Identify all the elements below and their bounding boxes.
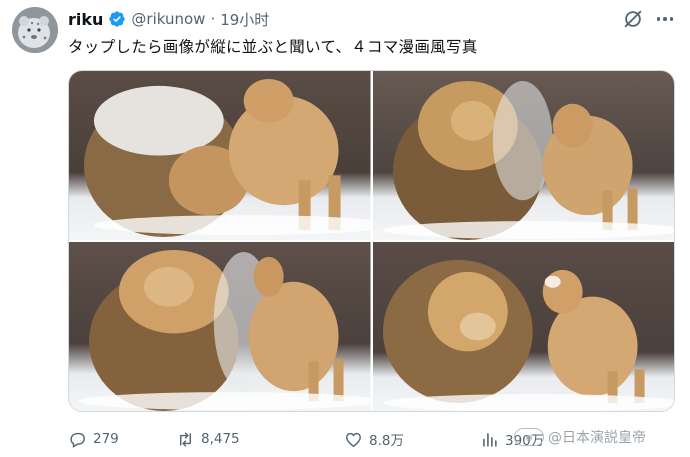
watermark: ◉ @日本演説皇帝 [514, 427, 646, 447]
avatar[interactable] [12, 7, 58, 53]
grok-icon[interactable] [622, 8, 644, 30]
tweet-text: タップしたら画像が縦に並ぶと聞いて、４コマ漫画風写真 [68, 38, 478, 56]
separator-dot: · [210, 10, 216, 28]
author-name[interactable]: riku [68, 10, 103, 29]
photo-2[interactable] [372, 71, 674, 240]
repost-button[interactable]: 8,475 [176, 428, 240, 450]
media-grid [68, 70, 675, 412]
reply-count: 279 [93, 431, 119, 447]
like-button[interactable]: 8.8万 [344, 428, 404, 450]
author-handle[interactable]: @rikunow [131, 10, 205, 28]
timestamp[interactable]: 19小时 [220, 9, 269, 30]
lion-photo-icon [69, 242, 371, 411]
more-options-icon[interactable] [653, 8, 677, 30]
watermark-text: @日本演説皇帝 [548, 430, 646, 446]
photo-3[interactable] [69, 242, 371, 411]
verified-badge-icon [109, 11, 126, 27]
lion-photo-icon [372, 71, 674, 240]
repost-count: 8,475 [201, 431, 240, 447]
tweet-header: riku @rikunow · 19小时 [68, 8, 269, 30]
repost-icon [180, 431, 191, 447]
photo-4[interactable] [372, 242, 674, 411]
weibo-logo-icon: ◉ [514, 428, 544, 446]
reply-button[interactable]: 279 [68, 428, 119, 450]
lion-photo-icon [372, 242, 674, 411]
snow-leopard-avatar-image [12, 7, 58, 53]
like-count: 8.8万 [369, 433, 404, 449]
lion-photo-icon [69, 71, 371, 240]
reply-icon [70, 432, 85, 448]
views-chart-icon [483, 432, 497, 447]
photo-1[interactable] [69, 71, 371, 240]
heart-icon [346, 432, 361, 447]
